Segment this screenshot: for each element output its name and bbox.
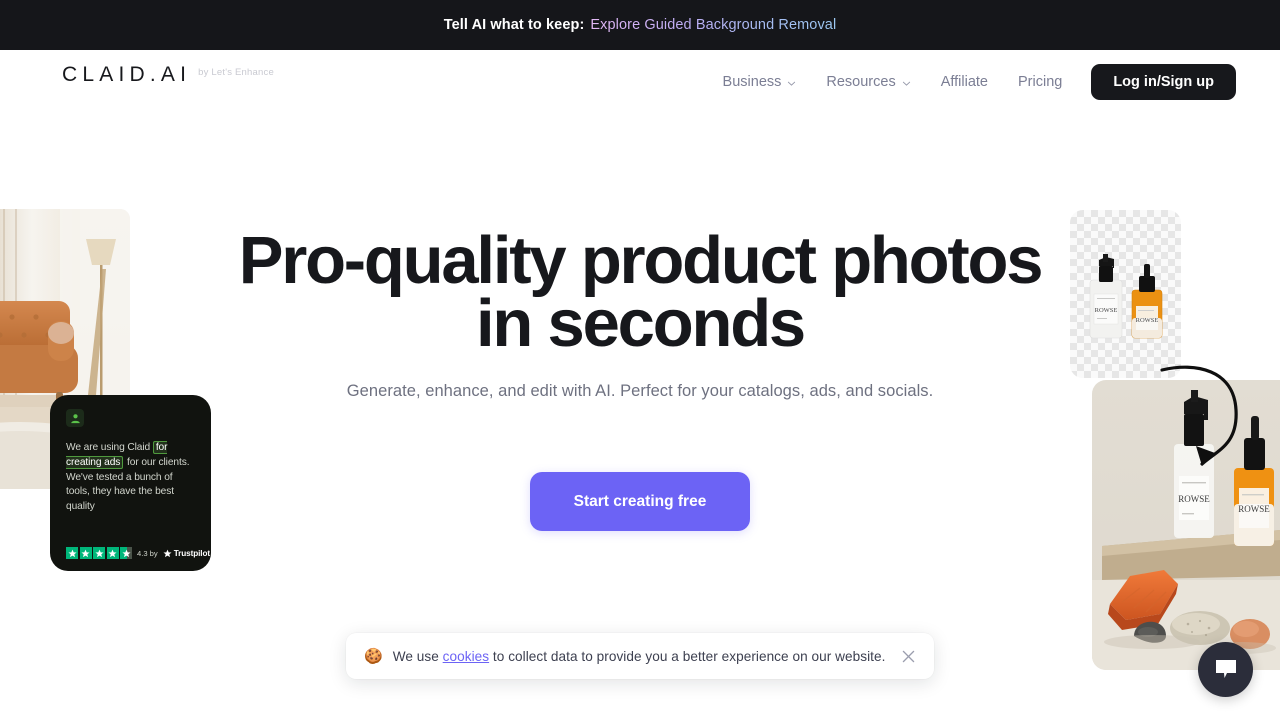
trustpilot-logo: Trustpilot bbox=[163, 549, 210, 558]
svg-text:ROWSE: ROWSE bbox=[1238, 504, 1270, 514]
logo[interactable]: CLAID.AI by Let's Enhance bbox=[62, 64, 274, 85]
trustpilot-label: Trustpilot bbox=[173, 548, 210, 558]
cookie-banner-text: We use cookies to collect data to provid… bbox=[393, 649, 888, 664]
cookie-text-before: We use bbox=[392, 648, 443, 664]
cookie-text-after: to collect data to provide you a better … bbox=[489, 648, 886, 664]
star-rating bbox=[66, 547, 132, 559]
announcement-lead-text: Tell AI what to keep: bbox=[443, 17, 585, 33]
hero-image-generated-scene: ROWSE ROWSE bbox=[1092, 380, 1280, 670]
nav-item-label: Pricing bbox=[1018, 74, 1063, 90]
star-icon bbox=[79, 547, 92, 559]
svg-text:ROWSE: ROWSE bbox=[1095, 307, 1118, 314]
hero-subheadline: Generate, enhance, and edit with AI. Per… bbox=[346, 382, 934, 400]
start-creating-free-button[interactable]: Start creating free bbox=[530, 472, 750, 531]
star-icon bbox=[106, 547, 119, 559]
close-icon[interactable] bbox=[898, 646, 918, 666]
chat-bubble-icon bbox=[1215, 659, 1237, 680]
logo-subtitle: by Let's Enhance bbox=[198, 67, 274, 78]
nav-item-pricing[interactable]: Pricing bbox=[1003, 66, 1077, 98]
cookie-banner: 🍪 We use cookies to collect data to prov… bbox=[346, 633, 934, 679]
nav-item-label: Business bbox=[722, 74, 782, 90]
announcement-content: Tell AI what to keep: Explore Guided Bac… bbox=[444, 17, 837, 33]
hero-section: We are using Claid for creating ads for … bbox=[0, 114, 1280, 720]
rating-value: 4.3 by bbox=[137, 548, 158, 558]
login-signup-button[interactable]: Log in/Sign up bbox=[1091, 64, 1236, 100]
nav-item-label: Affiliate bbox=[940, 74, 988, 90]
nav-item-label: Resources bbox=[826, 74, 896, 90]
nav-item-business[interactable]: Business bbox=[708, 66, 812, 98]
nav-item-affiliate[interactable]: Affiliate bbox=[926, 66, 1003, 98]
star-icon bbox=[93, 547, 105, 559]
logo-wordmark: CLAID.AI bbox=[62, 63, 192, 86]
chevron-down-icon bbox=[787, 79, 796, 88]
hero-image-product-cutout: ROWSE ROWSE bbox=[1070, 210, 1181, 378]
testimonial-card: We are using Claid for creating ads for … bbox=[50, 395, 211, 571]
svg-text:ROWSE: ROWSE bbox=[1136, 317, 1159, 324]
testimonial-text-before: We are using Claid bbox=[66, 442, 153, 453]
svg-text:ROWSE: ROWSE bbox=[1178, 494, 1210, 504]
cookies-link[interactable]: cookies bbox=[443, 649, 489, 664]
cookie-icon: 🍪 bbox=[364, 647, 383, 665]
chat-widget-button[interactable] bbox=[1198, 642, 1253, 697]
landing-page: Tell AI what to keep: Explore Guided Bac… bbox=[0, 0, 1280, 720]
star-icon-partial bbox=[120, 547, 132, 559]
nav-item-resources[interactable]: Resources bbox=[811, 66, 925, 98]
avatar-icon bbox=[66, 409, 84, 427]
trustpilot-star-icon bbox=[163, 549, 172, 558]
trustpilot-rating: 4.3 by Trustpilot bbox=[66, 547, 210, 559]
announcement-link[interactable]: Explore Guided Background Removal bbox=[590, 17, 836, 33]
announcement-bar: Tell AI what to keep: Explore Guided Bac… bbox=[0, 0, 1280, 50]
main-navigation: Business Resources Affiliate Pricing Log… bbox=[708, 64, 1236, 100]
star-icon bbox=[66, 547, 78, 559]
chevron-down-icon bbox=[902, 79, 911, 88]
testimonial-text: We are using Claid for creating ads for … bbox=[66, 441, 197, 515]
